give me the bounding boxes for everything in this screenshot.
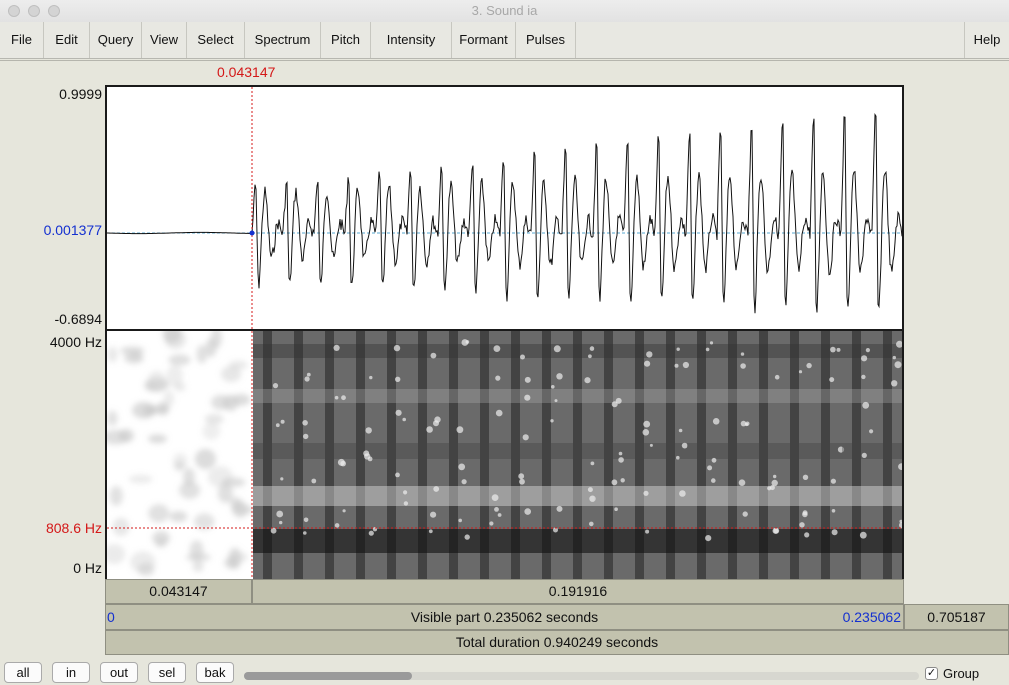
selection-left-bar[interactable]: 0.043147 [105, 579, 252, 604]
menu-separator [0, 60, 1009, 61]
menu-file[interactable]: File [0, 22, 44, 58]
visible-end-label: 0.235062 [842, 609, 901, 625]
spectrogram-silence-region [107, 331, 257, 577]
waveform-zero-label: 0.001377 [43, 222, 102, 238]
zoom-selection-button[interactable]: sel [148, 662, 186, 683]
waveform-min-label: -0.6894 [54, 311, 102, 327]
menu-edit[interactable]: Edit [44, 22, 90, 58]
group-checkbox[interactable]: ✓ [925, 667, 938, 680]
menu-formant[interactable]: Formant [452, 22, 516, 58]
zoom-back-button[interactable]: bak [196, 662, 234, 683]
menu-spectrum[interactable]: Spectrum [245, 22, 321, 58]
visible-part-bar[interactable]: 0 Visible part 0.235062 seconds 0.235062 [105, 604, 904, 630]
waveform-cursor-dot [249, 230, 255, 236]
spectrogram-voiced-region [253, 331, 902, 579]
spectrogram-top-label: 4000 Hz [49, 334, 102, 350]
cursor-time-label: 0.043147 [217, 64, 276, 80]
visible-start-label: 0 [107, 609, 115, 625]
all-button[interactable]: all [4, 662, 42, 683]
total-duration-bar[interactable]: Total duration 0.940249 seconds [105, 630, 1009, 655]
menu-intensity[interactable]: Intensity [371, 22, 452, 58]
menu-pulses[interactable]: Pulses [516, 22, 576, 58]
menu-help[interactable]: Help [964, 22, 1009, 58]
window-title: 3. Sound ia [471, 3, 538, 18]
menu-query[interactable]: Query [90, 22, 142, 58]
after-visible-bar[interactable]: 0.705187 [904, 604, 1009, 630]
waveform-max-label: 0.9999 [59, 86, 102, 102]
spectrogram-cursor-label: 808.6 Hz [45, 520, 102, 536]
title-bar: 3. Sound ia [0, 0, 1009, 23]
menu-bar: File Edit Query View Select Spectrum Pit… [0, 22, 1009, 59]
zoom-out-button[interactable]: out [100, 662, 138, 683]
scrollbar-thumb[interactable] [244, 672, 412, 680]
zoom-in-button[interactable]: in [52, 662, 90, 683]
waveform-panel[interactable] [105, 85, 904, 331]
menu-pitch[interactable]: Pitch [321, 22, 371, 58]
selection-right-bar[interactable]: 0.191916 [252, 579, 904, 604]
spectrogram-panel[interactable] [105, 331, 904, 579]
visible-part-label: Visible part 0.235062 seconds [410, 609, 599, 625]
waveform-trace [107, 113, 902, 314]
menu-select[interactable]: Select [187, 22, 245, 58]
menu-view[interactable]: View [142, 22, 187, 58]
horizontal-scrollbar[interactable] [244, 672, 919, 680]
spectrogram-bottom-label: 0 Hz [73, 560, 102, 576]
group-label: Group [943, 666, 980, 681]
